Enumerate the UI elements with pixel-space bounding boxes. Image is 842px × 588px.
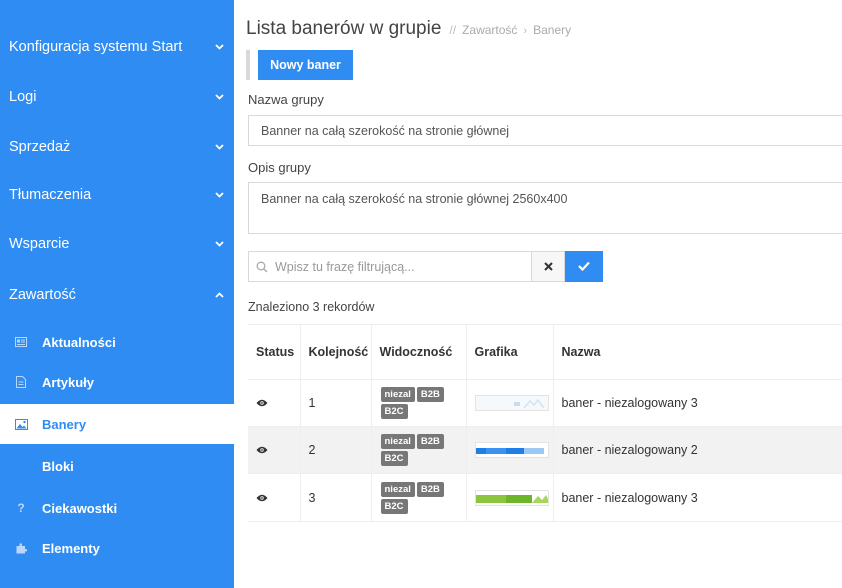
order-cell: 2: [300, 426, 372, 474]
sidebar-section-label: Zawartość: [9, 287, 76, 303]
sidebar: Konfiguracja systemu Start Logi Sprzedaż…: [0, 0, 234, 588]
image-icon: [0, 418, 42, 430]
question-icon: ?: [17, 501, 25, 515]
visibility-badge: niezal: [380, 387, 415, 402]
sidebar-item-label: Artykuły: [42, 374, 95, 390]
sidebar-item-artykuly[interactable]: Artykuły: [0, 362, 234, 402]
search-icon: [249, 261, 275, 273]
page-title: Lista banerów w grupie: [246, 18, 442, 39]
image-cell: [466, 379, 554, 427]
visibility-badge: niezal: [380, 434, 415, 449]
breadcrumb-separator: //: [449, 23, 457, 37]
sidebar-item-label: Ciekawostki: [42, 500, 118, 516]
sidebar-item-ciekawostki[interactable]: ? Ciekawostki: [0, 488, 234, 528]
sidebar-item-label: Aktualności: [42, 334, 116, 350]
sidebar-section-sprzedaz[interactable]: Sprzedaż: [0, 122, 234, 172]
image-cell: [466, 426, 554, 474]
order-cell: 1: [300, 379, 372, 427]
sidebar-section-zawartosc[interactable]: Zawartość: [0, 270, 234, 320]
sidebar-section-label: Sprzedaż: [9, 139, 71, 155]
status-cell: [248, 379, 301, 427]
banner-thumbnail[interactable]: [474, 489, 549, 506]
close-icon: [543, 260, 553, 274]
visibility-badge: niezal: [380, 481, 415, 497]
document-icon: [0, 376, 42, 388]
name-cell: baner - niezalogowany 3: [553, 379, 842, 427]
chevron-down-icon: [204, 91, 234, 103]
visibility-cell: niezal B2B B2C: [371, 379, 467, 427]
chevron-down-icon: [204, 189, 234, 201]
check-icon: [578, 258, 590, 276]
image-cell: [466, 473, 554, 522]
status-cell: [248, 473, 301, 522]
sidebar-section-label: Tłumaczenia: [9, 187, 92, 203]
eye-icon[interactable]: [256, 399, 268, 407]
sidebar-section-label: Konfiguracja systemu Start: [9, 39, 183, 55]
visibility-badge: B2C: [380, 451, 408, 466]
name-cell: baner - niezalogowany 3: [553, 473, 842, 522]
column-header-grafika[interactable]: Grafika: [466, 324, 554, 380]
chevron-right-icon: ›: [523, 25, 528, 37]
breadcrumb-item-banery: Banery: [533, 23, 572, 37]
sidebar-section-tlumaczenia[interactable]: Tłumaczenia: [0, 170, 234, 220]
group-description-label: Opis grupy: [248, 160, 311, 175]
banner-thumbnail[interactable]: [474, 395, 549, 411]
new-banner-button[interactable]: Nowy baner: [258, 50, 353, 80]
sidebar-section-konfiguracja[interactable]: Konfiguracja systemu Start: [0, 22, 234, 72]
eye-icon[interactable]: [256, 494, 268, 502]
column-header-kolejnosc[interactable]: Kolejność: [300, 324, 372, 380]
banner-thumbnail[interactable]: [474, 442, 549, 458]
name-cell: baner - niezalogowany 2: [553, 426, 842, 474]
sidebar-section-label: Logi: [9, 89, 37, 105]
group-description-field[interactable]: Banner na całą szerokość na stronie głów…: [248, 182, 842, 234]
sidebar-item-banery[interactable]: Banery: [0, 404, 234, 444]
page-header: Lista banerów w grupie // Zawartość › Ba…: [246, 18, 571, 40]
status-cell: [248, 426, 301, 474]
chevron-down-icon: [204, 41, 234, 53]
results-count: Znaleziono 3 rekordów: [248, 300, 375, 314]
visibility-badge: B2B: [416, 434, 444, 449]
table-header-row: Status Kolejność Widoczność Grafika Nazw…: [248, 324, 842, 380]
apply-filter-button[interactable]: [565, 251, 603, 282]
sidebar-item-label: Banery: [42, 416, 87, 432]
group-name-field[interactable]: Banner na całą szerokość na stronie głów…: [248, 115, 842, 146]
table-row[interactable]: 2 niezal B2B B2C baner - niezalogowany 2: [248, 426, 842, 474]
puzzle-icon: [0, 542, 42, 554]
visibility-badge: B2C: [380, 498, 408, 514]
breadcrumb-item-zawartosc[interactable]: Zawartość: [462, 23, 517, 37]
sidebar-section-label: Wsparcie: [9, 236, 70, 252]
banners-table: Status Kolejność Widoczność Grafika Nazw…: [248, 324, 842, 522]
visibility-cell: niezal B2B B2C: [371, 473, 467, 522]
column-header-widocznosc[interactable]: Widoczność: [371, 324, 467, 380]
order-cell: 3: [300, 473, 372, 522]
column-header-nazwa[interactable]: Nazwa: [553, 324, 842, 380]
sidebar-item-label: Bloki: [42, 458, 74, 474]
visibility-badge: B2B: [416, 387, 444, 402]
sidebar-item-aktualnosci[interactable]: Aktualności: [0, 322, 234, 362]
group-name-label: Nazwa grupy: [248, 92, 324, 107]
newspaper-icon: [0, 337, 42, 347]
visibility-badge: B2C: [380, 404, 408, 419]
sidebar-section-wsparcie[interactable]: Wsparcie: [0, 219, 234, 269]
chevron-up-icon: [204, 289, 234, 301]
visibility-cell: niezal B2B B2C: [371, 426, 467, 474]
table-row[interactable]: 1 niezal B2B B2C baner - niezalogowany 3: [248, 379, 842, 427]
sidebar-section-logi[interactable]: Logi: [0, 72, 234, 122]
sidebar-item-label: Elementy: [42, 540, 100, 556]
main-content: Lista banerów w grupie // Zawartość › Ba…: [234, 0, 842, 588]
visibility-badge: B2B: [416, 481, 444, 497]
column-header-status[interactable]: Status: [248, 324, 301, 380]
toolbar-divider: [246, 50, 250, 80]
sidebar-item-bloki[interactable]: Bloki: [0, 446, 234, 486]
chevron-down-icon: [204, 141, 234, 153]
chevron-down-icon: [204, 238, 234, 250]
filter-search: [248, 251, 532, 282]
sidebar-item-elementy[interactable]: Elementy: [0, 528, 234, 568]
table-row[interactable]: 3 niezal B2B B2C baner - niezalogowany 3: [248, 473, 842, 522]
eye-icon[interactable]: [256, 446, 268, 454]
clear-filter-button[interactable]: [532, 251, 565, 282]
filter-input[interactable]: [275, 259, 525, 274]
